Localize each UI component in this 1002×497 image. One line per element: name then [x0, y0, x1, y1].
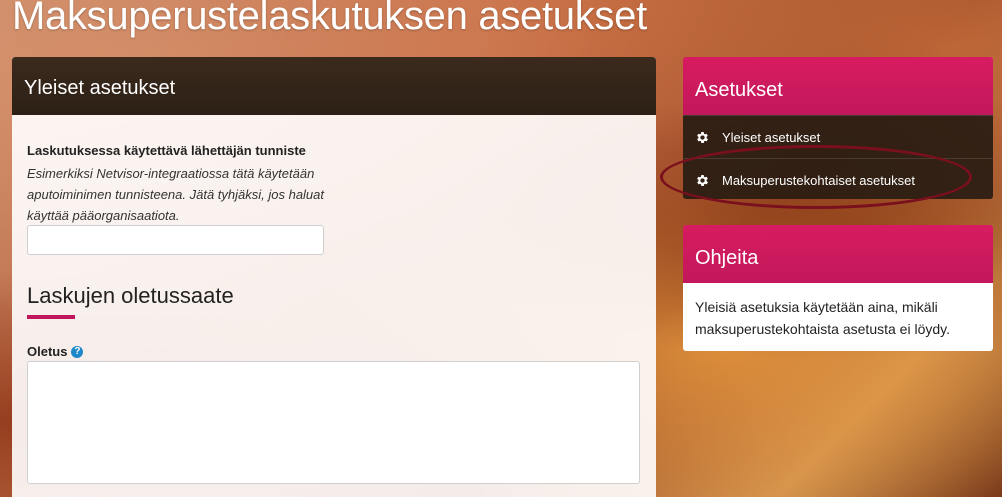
- general-settings-header: Yleiset asetukset: [12, 57, 656, 115]
- general-settings-panel: Yleiset asetukset Laskutuksessa käytettä…: [12, 57, 656, 497]
- sender-id-help-text: Esimerkiksi Netvisor-integraatiossa tätä…: [27, 166, 325, 223]
- general-settings-title: Yleiset asetukset: [24, 77, 176, 99]
- heading-underline: [27, 315, 75, 319]
- settings-nav-item-general[interactable]: Yleiset asetukset: [683, 115, 993, 158]
- sender-id-input[interactable]: [27, 225, 324, 255]
- settings-nav-item-payment-basis[interactable]: Maksuperustekohtaiset asetukset: [683, 158, 993, 199]
- settings-nav-title: Asetukset: [695, 79, 783, 101]
- sender-id-label: Laskutuksessa käytettävä lähettäjän tunn…: [27, 143, 306, 158]
- help-panel-header: Ohjeita: [683, 225, 993, 283]
- help-panel-text: Yleisiä asetuksia käytetään aina, mikäli…: [683, 283, 993, 351]
- default-message-label: Oletus: [27, 344, 68, 359]
- settings-nav-item-label: Yleiset asetukset: [722, 129, 821, 145]
- default-message-label-row: Oletus ?: [27, 344, 84, 359]
- gear-icon: [697, 174, 708, 186]
- page-title: Maksuperustelaskutuksen asetukset: [12, 0, 647, 38]
- help-panel: Ohjeita Yleisiä asetuksia käytetään aina…: [683, 225, 993, 351]
- default-message-heading: Laskujen oletussaate: [27, 283, 234, 308]
- help-icon[interactable]: ?: [71, 345, 84, 358]
- gear-icon: [697, 131, 708, 143]
- default-message-textarea[interactable]: [27, 361, 640, 484]
- settings-nav-header: Asetukset: [683, 57, 993, 115]
- settings-nav-item-label: Maksuperustekohtaiset asetukset: [722, 172, 915, 188]
- help-panel-title: Ohjeita: [695, 247, 759, 269]
- settings-nav-panel: Asetukset Yleiset asetukset Maksuperuste…: [683, 57, 993, 199]
